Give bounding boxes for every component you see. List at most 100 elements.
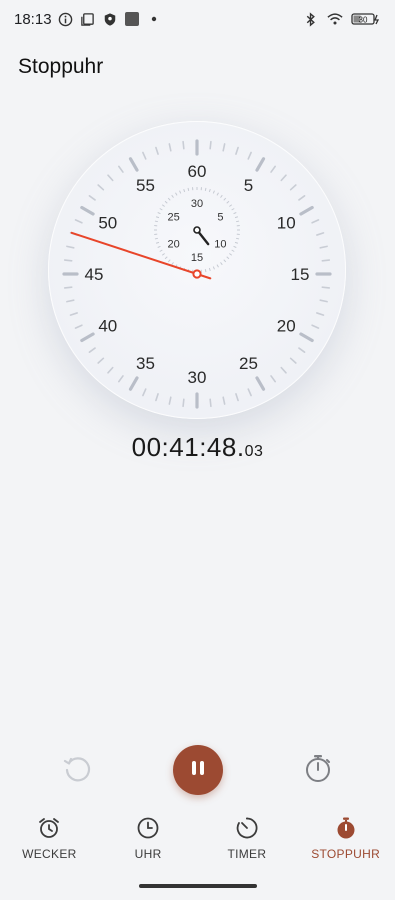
inner-tick xyxy=(233,245,237,248)
inner-tick xyxy=(175,192,178,196)
inner-tick xyxy=(220,262,223,266)
inner-dial-label: 20 xyxy=(167,239,179,251)
minor-tick xyxy=(66,245,75,249)
inner-tick xyxy=(223,197,227,201)
outer-dial-label: 30 xyxy=(188,368,207,387)
nav-label-timer: TIMER xyxy=(227,847,267,861)
major-tick xyxy=(80,332,95,343)
minor-tick xyxy=(155,393,159,402)
minor-tick xyxy=(74,219,83,224)
inner-tick xyxy=(157,245,161,248)
minor-tick xyxy=(168,396,172,405)
minor-tick xyxy=(97,184,105,191)
minor-tick xyxy=(63,286,73,289)
inner-dial-label: 30 xyxy=(191,198,203,210)
inner-tick xyxy=(236,237,240,240)
inner-tick xyxy=(179,190,182,194)
minor-tick xyxy=(270,375,276,383)
pause-icon xyxy=(188,758,208,783)
minor-tick xyxy=(107,366,114,374)
lap-button[interactable] xyxy=(299,751,337,789)
pause-button[interactable] xyxy=(173,745,223,795)
minor-tick xyxy=(298,195,306,201)
outer-dial-label: 55 xyxy=(136,176,155,195)
minor-tick xyxy=(222,143,226,152)
minor-tick xyxy=(311,324,320,329)
inner-tick xyxy=(183,188,186,193)
inner-tick xyxy=(187,187,190,191)
major-tick xyxy=(128,157,139,172)
outer-dial-label: 45 xyxy=(85,265,104,284)
inner-tick xyxy=(234,241,239,244)
nav-item-uhr[interactable]: UHR xyxy=(99,815,198,870)
minor-tick xyxy=(97,357,105,364)
minor-tick xyxy=(155,146,159,155)
minor-tick xyxy=(270,165,276,173)
inner-tick xyxy=(208,188,211,193)
nav-label-stoppuhr: STOPPUHR xyxy=(311,847,381,861)
outer-dial-label: 10 xyxy=(277,214,296,233)
inner-tick xyxy=(208,267,211,272)
inner-dial-label: 25 xyxy=(167,212,179,224)
inner-tick xyxy=(234,216,239,219)
elapsed-time-centiseconds: 03 xyxy=(244,443,264,460)
nav-item-timer[interactable]: TIMER xyxy=(198,815,297,870)
home-indicator[interactable] xyxy=(139,884,257,888)
nav-item-stoppuhr[interactable]: STOPPUHR xyxy=(296,815,395,870)
inner-tick xyxy=(161,253,165,256)
inner-tick xyxy=(161,204,165,207)
inner-tick xyxy=(226,256,230,260)
inner-tick xyxy=(216,264,219,268)
minor-tick xyxy=(88,347,96,353)
inner-tick xyxy=(154,220,158,223)
stopwatch-icon xyxy=(333,815,359,841)
outer-dial-label: 35 xyxy=(136,354,155,373)
outer-dial-label: 40 xyxy=(98,317,117,336)
shield-icon xyxy=(102,11,118,27)
nav-label-wecker: WECKER xyxy=(22,847,77,861)
battery-icon: 30 xyxy=(351,11,381,27)
minor-tick xyxy=(66,299,75,303)
major-tick xyxy=(299,332,314,343)
second-hand-pivot xyxy=(192,269,202,279)
inner-tick xyxy=(155,216,160,219)
minor-tick xyxy=(74,324,83,329)
minor-tick xyxy=(298,347,306,353)
status-time: 18:13 xyxy=(14,10,52,28)
outer-dial-label: 50 xyxy=(98,214,117,233)
minor-tick xyxy=(235,393,239,402)
nav-item-wecker[interactable]: WECKER xyxy=(0,815,99,870)
inner-tick xyxy=(212,266,215,270)
minor-tick xyxy=(118,375,124,383)
minor-tick xyxy=(319,299,328,303)
minor-tick xyxy=(107,174,114,182)
minor-tick xyxy=(182,140,185,150)
dial-face: 60 5 10 15 20 25 30 35 40 45 50 55 30 5 10 15 20 25 xyxy=(62,139,332,409)
minor-tick xyxy=(289,184,297,191)
inner-dial-label: 15 xyxy=(191,252,203,264)
inner-tick xyxy=(204,269,207,273)
inner-tick xyxy=(171,262,174,266)
inner-tick xyxy=(231,249,235,252)
stopwatch-controls xyxy=(0,745,395,795)
inner-tick xyxy=(229,204,233,207)
stopwatch-dial: 60 5 10 15 20 25 30 35 40 45 50 55 30 5 10 15 20 25 xyxy=(48,121,346,419)
bluetooth-icon xyxy=(303,11,319,27)
outer-dial-label: 60 xyxy=(188,162,207,181)
outer-dial-label: 5 xyxy=(244,176,253,195)
minute-hand-pivot xyxy=(193,226,201,234)
minor-tick xyxy=(247,151,252,160)
reset-button[interactable] xyxy=(58,751,96,789)
copy-icon xyxy=(80,11,96,27)
major-tick xyxy=(80,205,95,216)
inner-tick xyxy=(212,190,215,194)
minor-tick xyxy=(63,259,73,262)
minor-tick xyxy=(118,165,124,173)
inner-tick xyxy=(159,208,163,211)
dot-icon xyxy=(146,11,162,27)
outer-dial-label: 25 xyxy=(239,354,258,373)
minor-tick xyxy=(311,219,320,224)
page-title: Stoppuhr xyxy=(18,55,104,78)
minor-tick xyxy=(321,286,331,289)
minor-tick xyxy=(247,388,252,397)
